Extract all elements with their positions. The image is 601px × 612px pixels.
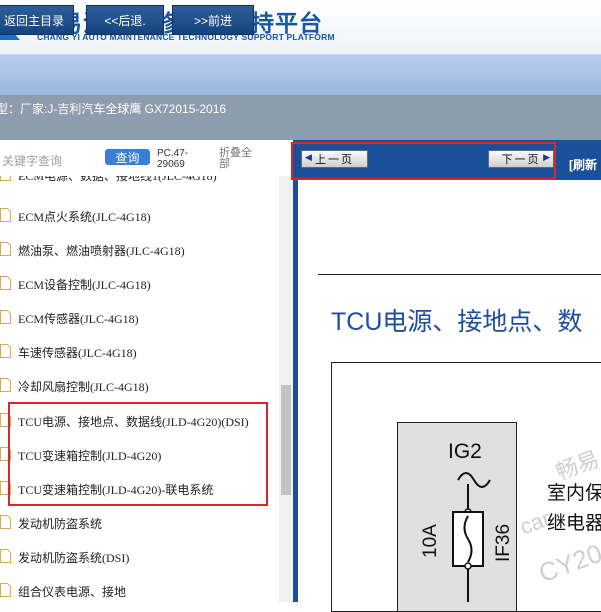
tree-item-label: ECM电源、数据、接地线1(JLC-4G18) [18, 176, 217, 183]
model-bar: 型：厂家:J-吉利汽车全球鹰 GX72015-2016 [0, 95, 601, 140]
document-icon [0, 549, 11, 563]
collapse-all-button[interactable]: 折叠全部 [219, 148, 259, 170]
tree-item[interactable]: ECM电源、数据、接地线1(JLC-4G18) [0, 176, 275, 192]
pager-highlight-frame [291, 142, 556, 180]
tree-item-label: 车速传感器(JLC-4G18) [18, 346, 137, 360]
document-icon [0, 176, 11, 181]
document-icon [0, 583, 11, 597]
tree-item-label: 发动机防盗系统(DSI) [18, 551, 130, 565]
sidebar-highlight-frame [8, 402, 268, 506]
tree-item-label: 发动机防盗系统 [18, 517, 103, 531]
back-button[interactable]: <<后退. [86, 5, 164, 35]
document-code: PC.47-29069 [157, 148, 189, 170]
tree-item[interactable]: 燃油泵、燃油喷射器(JLC-4G18) [0, 233, 275, 267]
document-icon [0, 242, 11, 256]
tree-item-label: 组合仪表电源、接地 [18, 585, 127, 599]
fuse-symbol-icon [452, 472, 491, 602]
tree-item[interactable]: 发动机防盗系统 [0, 506, 275, 540]
toolbar [0, 54, 601, 95]
fuse-circuit-label: IG2 [448, 440, 482, 463]
search-button[interactable]: 查询 [105, 149, 150, 165]
sidebar-scrollbar-thumb[interactable] [281, 385, 291, 495]
tree-item-label: ECM点火系统(JLC-4G18) [18, 210, 151, 224]
tree-item[interactable]: 冷却风扇控制(JLC-4G18) [0, 369, 275, 403]
search-input[interactable]: 关键字查询 [2, 152, 62, 169]
tree-list: ECM电源、数据、接地线1(JLC-4G18) ECM点火系统(JLC-4G18… [0, 176, 293, 602]
document-icon [0, 378, 11, 392]
back-to-catalog-button[interactable]: 返回主目录 [0, 5, 74, 35]
tree-item[interactable]: ECM设备控制(JLC-4G18) [0, 267, 275, 301]
tree-item[interactable]: 车速传感器(JLC-4G18) [0, 335, 275, 369]
tree-item-label: ECM设备控制(JLC-4G18) [18, 278, 151, 292]
tree-item[interactable]: ECM传感器(JLC-4G18) [0, 301, 275, 335]
tree-item-label: 燃油泵、燃油喷射器(JLC-4G18) [18, 244, 185, 258]
forward-button[interactable]: >>前进 [172, 5, 254, 35]
document-icon [0, 310, 11, 324]
fuse-id: IF36 [493, 523, 514, 562]
tree-item-label: 冷却风扇控制(JLC-4G18) [18, 380, 149, 394]
vehicle-model-text: 型：厂家:J-吉利汽车全球鹰 GX72015-2016 [0, 102, 227, 116]
tree-item[interactable]: 发动机防盗系统(DSI) [0, 540, 275, 574]
document-divider [318, 274, 601, 275]
relay-label-line2: 继电器 [547, 513, 601, 534]
tree-item[interactable]: 组合仪表电源、接地 [0, 574, 275, 602]
fuse-rating: 10A [420, 524, 441, 558]
document-icon [0, 276, 11, 290]
document-title: TCU电源、接地点、数 [331, 308, 583, 336]
tree-item-label: ECM传感器(JLC-4G18) [18, 312, 139, 326]
document-icon [0, 208, 11, 222]
refresh-link[interactable]: [刷新 [569, 156, 597, 173]
document-icon [0, 344, 11, 358]
document-icon [0, 515, 11, 529]
tree-item[interactable]: ECM点火系统(JLC-4G18) [0, 199, 275, 233]
